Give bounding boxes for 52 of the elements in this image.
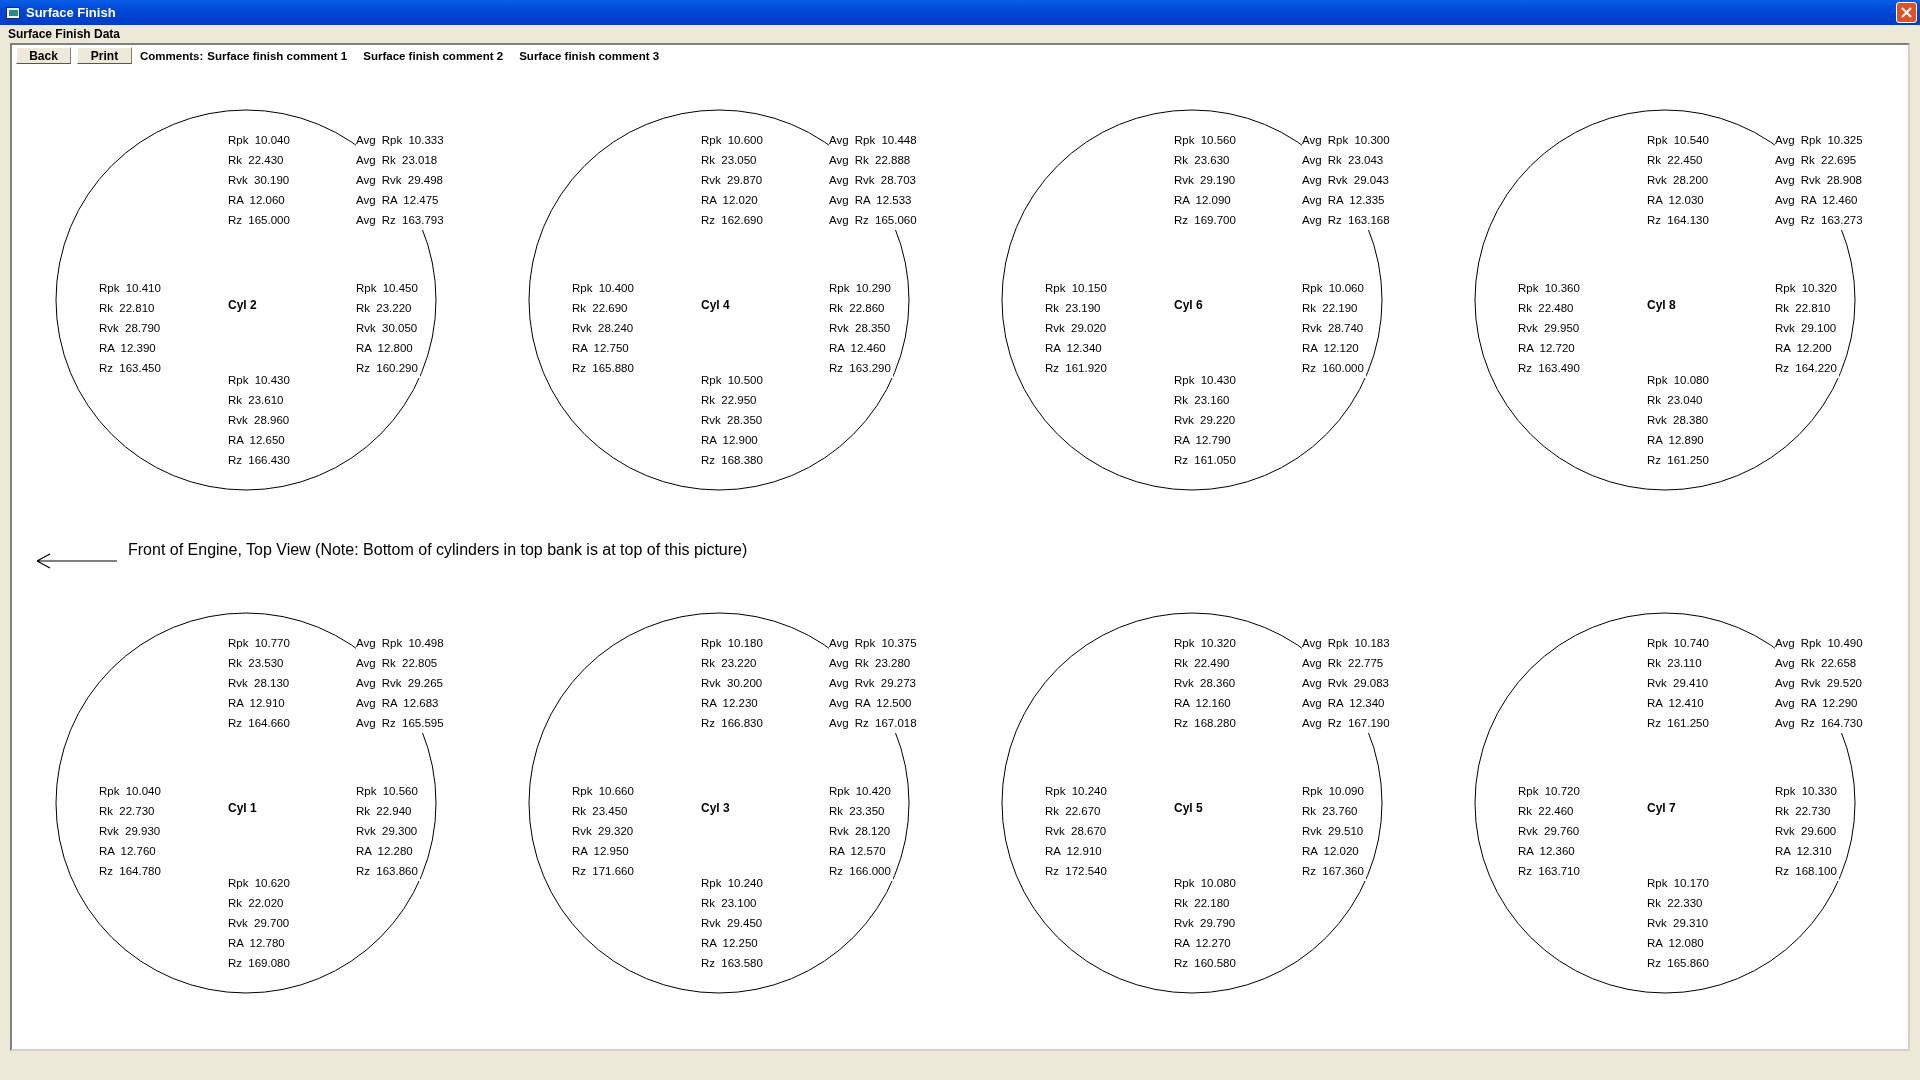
group-title: Surface Finish Data (7, 26, 122, 43)
measurement-reading: Avg RA 12.500 (829, 693, 914, 713)
measurement-reading: Avg Rz 165.595 (356, 713, 446, 733)
close-icon (1900, 6, 1913, 19)
toolbar-button[interactable]: Back (16, 47, 71, 64)
cylinder-label: Cyl 5 (1174, 801, 1203, 815)
measurement-reading: Avg Rvk 29.273 (829, 673, 918, 693)
window-icon (6, 6, 20, 19)
measurement-reading: Avg RA 12.340 (1302, 693, 1387, 713)
measurement-reading: Avg RA 12.533 (829, 190, 914, 210)
comment-text: Surface finish comment 3 (519, 49, 660, 62)
comments-label: Comments: (140, 49, 204, 62)
measurement-reading: Avg Rz 164.730 (1775, 713, 1865, 733)
measurement-reading: Avg Rk 22.888 (829, 150, 913, 170)
measurement-reading: Avg Rz 167.190 (1302, 713, 1392, 733)
measurement-reading: Avg Rvk 29.265 (356, 673, 445, 693)
cylinder-label: Cyl 1 (228, 801, 257, 815)
cylinder-label: Cyl 8 (1647, 298, 1676, 312)
measurement-reading: Avg RA 12.290 (1775, 693, 1860, 713)
measurement-reading: Avg Rk 23.280 (829, 653, 913, 673)
cylinder-label: Cyl 2 (228, 298, 257, 312)
measurement-reading: Avg Rz 163.273 (1775, 210, 1865, 230)
measurement-reading: Avg Rz 163.168 (1302, 210, 1392, 230)
cylinder-label: Cyl 7 (1647, 801, 1676, 815)
cylinder-label: Cyl 6 (1174, 298, 1203, 312)
close-button[interactable] (1896, 2, 1917, 23)
measurement-reading: Avg Rk 22.658 (1775, 653, 1859, 673)
measurement-reading: Avg Rk 22.805 (356, 653, 440, 673)
measurement-reading: Avg RA 12.460 (1775, 190, 1860, 210)
measurement-reading: Avg Rvk 29.498 (356, 170, 445, 190)
cylinder-label: Cyl 4 (701, 298, 730, 312)
measurement-reading: Avg Rk 22.775 (1302, 653, 1386, 673)
comment-text: Surface finish comment 1 (207, 49, 348, 62)
window-title: Surface Finish (26, 5, 117, 20)
measurement-reading: Avg Rvk 28.703 (829, 170, 918, 190)
measurement-reading: Avg Rz 165.060 (829, 210, 919, 230)
measurement-reading: Avg Rvk 29.043 (1302, 170, 1391, 190)
measurement-reading: Avg RA 12.475 (356, 190, 441, 210)
cylinder-label: Cyl 3 (701, 801, 730, 815)
measurement-reading: Avg Rvk 29.083 (1302, 673, 1391, 693)
measurement-reading: Avg Rk 23.043 (1302, 150, 1386, 170)
comment-text: Surface finish comment 2 (363, 49, 504, 62)
measurement-reading: Avg RA 12.335 (1302, 190, 1387, 210)
orientation-note: Front of Engine, Top View (Note: Bottom of cylinders in top bank is at top of this picture) (128, 540, 748, 559)
toolbar-button[interactable]: Print (77, 47, 132, 64)
measurement-reading: Avg Rz 167.018 (829, 713, 919, 733)
measurement-reading: Avg Rz 163.793 (356, 210, 446, 230)
measurement-reading: Avg Rk 22.695 (1775, 150, 1859, 170)
measurement-reading: Avg Rk 23.018 (356, 150, 440, 170)
measurement-reading: Avg RA 12.683 (356, 693, 441, 713)
measurement-reading: Avg Rvk 29.520 (1775, 673, 1864, 693)
measurement-reading: Avg Rvk 28.908 (1775, 170, 1864, 190)
